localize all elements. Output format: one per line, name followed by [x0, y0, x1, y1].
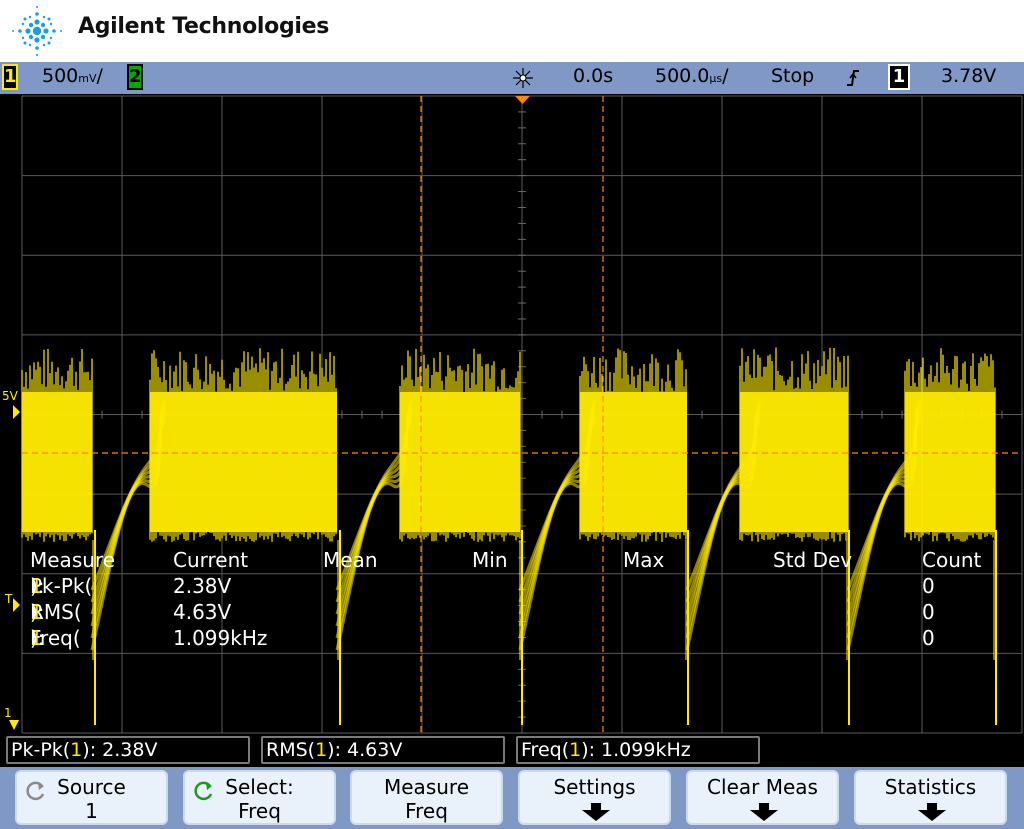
channel-1-badge[interactable]: 1 [2, 64, 18, 90]
brand-name: Agilent Technologies [78, 14, 330, 39]
softkey-label: Statistics [884, 775, 977, 799]
channel-1-scale-value: 500 [42, 65, 79, 87]
measure-current: 2.38V [173, 574, 232, 598]
softkey-value: 1 [85, 799, 98, 823]
submenu-arrow-icon [918, 803, 946, 821]
softkey-label: Settings [553, 775, 636, 799]
waveform-noise [399, 348, 521, 542]
header-std-dev: Std Dev [773, 548, 853, 572]
trigger-marker-label: T [5, 592, 13, 606]
softkey-measure[interactable]: Measure Freq [350, 770, 503, 825]
submenu-arrow-icon [582, 803, 610, 821]
measure-current: 4.63V [173, 600, 232, 624]
trigger-level-readout[interactable]: 3.78V [941, 65, 996, 87]
header-bar: Agilent Technologies [0, 0, 1024, 62]
softkey-value: Freq [405, 799, 448, 823]
time-base-readout[interactable]: 500.0µs/ [655, 65, 729, 87]
header-min: Min [472, 548, 508, 572]
measurement-strip: Pk-Pk(1): 2.38V RMS(1): 4.63V Freq(1): 1… [0, 735, 1024, 767]
trigger-source-badge[interactable]: 1 [888, 64, 910, 90]
measure-count: 0 [922, 600, 935, 624]
per-division-slash: / [722, 65, 729, 87]
table-row: Pk-Pk(1): 2.38V 0 [30, 574, 935, 598]
channel-1-reference-label: 5V [2, 389, 18, 403]
softkey-source[interactable]: Source 1 [15, 770, 168, 825]
per-division-slash: / [96, 65, 103, 87]
time-base-unit: µs [709, 72, 723, 85]
measurement-statistics-table: Measure Current Mean Min Max Std Dev Cou… [30, 548, 1020, 658]
softkey-value: Freq [238, 799, 281, 823]
run-state-label: Stop [771, 65, 815, 87]
softkey-select[interactable]: Select: Freq [183, 770, 336, 825]
header-mean: Mean [323, 548, 378, 572]
measurement-readout-freq: Freq(1): 1.099kHz [516, 736, 760, 764]
measure-count: 0 [922, 626, 935, 650]
softkey-label: Clear Meas [707, 775, 818, 799]
softkey-label: Select: [225, 775, 294, 799]
acquire-run-icon [513, 68, 533, 88]
softkey-statistics[interactable]: Statistics [854, 770, 1007, 825]
measure-current: 1.099kHz [173, 626, 268, 650]
channel-2-badge[interactable]: 2 [127, 64, 143, 90]
softkey-label: Source [57, 775, 126, 799]
table-row: Freq(1): 1.099kHz 0 [30, 626, 935, 650]
header-current: Current [173, 548, 249, 572]
submenu-arrow-icon [750, 803, 778, 821]
measure-count: 0 [922, 574, 935, 598]
softkey-label: Measure [384, 775, 469, 799]
header-count: Count [922, 548, 982, 572]
softkey-clear-meas[interactable]: Clear Meas [686, 770, 839, 825]
ground-marker-label: 1 [4, 706, 12, 720]
measurement-readout-pk-pk: Pk-Pk(1): 2.38V [6, 736, 250, 764]
header-max: Max [623, 548, 665, 572]
channel-1-scale-unit: mV [78, 72, 97, 85]
softkey-bar: Source 1 Select: Freq Measure Freq Setti… [0, 767, 1024, 829]
measurement-readout-rms: RMS(1): 4.63V [261, 736, 505, 764]
status-bar: 1 500mV/ 2 0.0s 500.0µs/ Stop 1 3.78V [0, 62, 1024, 94]
softkey-settings[interactable]: Settings [518, 770, 671, 825]
header-measure: Measure [30, 548, 115, 572]
rising-edge-trigger-icon [847, 70, 859, 86]
table-row: RMS(1): 4.63V 0 [30, 600, 935, 624]
channel-1-scale[interactable]: 500mV/ [42, 65, 103, 87]
time-delay-readout[interactable]: 0.0s [573, 65, 613, 87]
agilent-spark-logo-icon [12, 6, 62, 56]
time-base-value: 500.0 [655, 65, 710, 87]
